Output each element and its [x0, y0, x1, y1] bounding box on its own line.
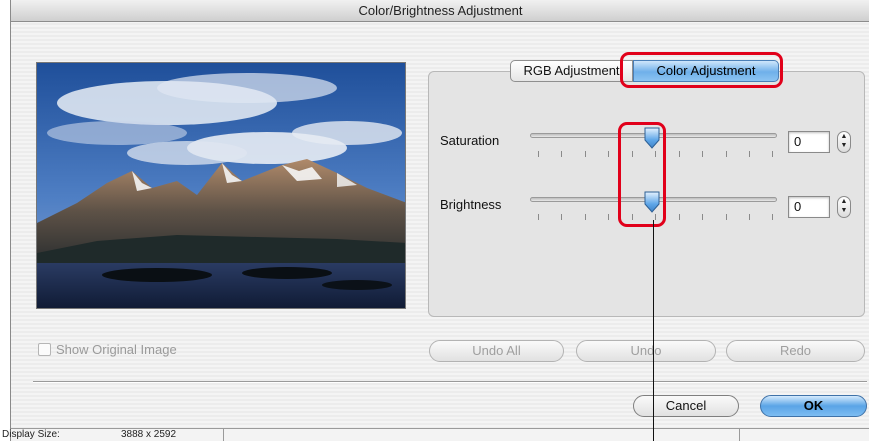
separator — [33, 381, 867, 383]
show-original-row[interactable]: Show Original Image — [38, 342, 177, 357]
undo-button[interactable]: Undo — [576, 340, 716, 362]
brightness-thumb[interactable] — [643, 191, 661, 213]
redo-button[interactable]: Redo — [726, 340, 865, 362]
saturation-thumb[interactable] — [643, 127, 661, 149]
display-size-label: Display Size: — [2, 429, 60, 440]
display-size-value: 3888 x 2592 — [121, 429, 177, 440]
saturation-label: Saturation — [440, 133, 500, 148]
saturation-stepper-icon[interactable]: ▲ ▼ — [837, 131, 851, 153]
window-title: Color/Brightness Adjustment — [11, 0, 869, 22]
color-brightness-dialog: Color/Brightness Adjustment Show Origina… — [2, 0, 869, 441]
show-original-label: Show Original Image — [56, 342, 177, 357]
brightness-ticks — [538, 214, 773, 222]
status-divider — [223, 429, 224, 441]
show-original-checkbox[interactable] — [38, 343, 51, 356]
slider-thumb-icon — [644, 191, 660, 213]
callout-line — [653, 220, 654, 441]
saturation-value-field[interactable]: 0 — [788, 131, 830, 153]
status-divider — [739, 429, 740, 441]
brightness-value-field[interactable]: 0 — [788, 196, 830, 218]
cancel-button[interactable]: Cancel — [633, 395, 739, 417]
brightness-label: Brightness — [440, 197, 502, 212]
adjustment-tabs: RGB Adjustment Color Adjustment — [510, 60, 779, 82]
tab-color-adjustment[interactable]: Color Adjustment — [633, 60, 779, 82]
status-bar: Display Size: 3888 x 2592 — [2, 428, 869, 441]
slider-thumb-icon — [644, 127, 660, 149]
brightness-stepper-icon[interactable]: ▲ ▼ — [837, 196, 851, 218]
tab-rgb-adjustment[interactable]: RGB Adjustment — [510, 60, 633, 82]
saturation-ticks — [538, 151, 773, 159]
undo-all-button[interactable]: Undo All — [429, 340, 564, 362]
ok-button[interactable]: OK — [760, 395, 867, 417]
image-preview — [36, 62, 406, 309]
